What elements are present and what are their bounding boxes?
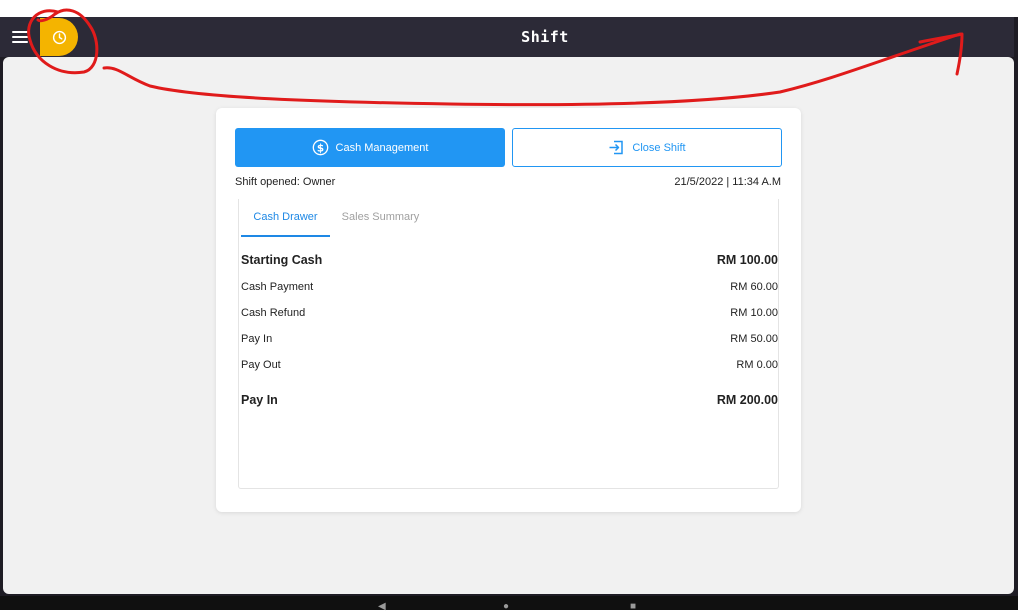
nav-recents-icon[interactable]: ■: [630, 602, 636, 612]
cash-row-value: RM 200.00: [716, 393, 778, 407]
nav-home-icon[interactable]: ●: [503, 602, 509, 612]
cash-row-label: Pay Out: [241, 359, 281, 371]
tab-cash-drawer[interactable]: Cash Drawer: [241, 199, 330, 237]
cash-row-value: RM 10.00: [730, 307, 778, 319]
shift-card: $ Cash Management Close Shift Shift open…: [216, 108, 801, 512]
cash-row-value: RM 60.00: [730, 281, 778, 293]
tab-sales-summary[interactable]: Sales Summary: [331, 199, 430, 237]
cash-row-value: RM 50.00: [730, 333, 778, 345]
nav-back-icon[interactable]: ◀: [378, 602, 386, 612]
cash-row-value: RM 100.00: [716, 253, 778, 267]
app-bar: Shift: [0, 17, 1014, 57]
shift-timestamp: 21/5/2022 | 11:34 A.M: [674, 176, 781, 188]
close-shift-button[interactable]: Close Shift: [512, 128, 782, 167]
exit-arrow-icon: [609, 140, 624, 155]
page-title: Shift: [521, 28, 569, 46]
shift-opened-text: Shift opened: Owner: [235, 176, 336, 188]
cash-row-label: Pay In: [241, 333, 273, 345]
dollar-circle-icon: $: [312, 139, 328, 156]
svg-text:$: $: [316, 142, 323, 154]
shift-details-panel: Cash Drawer Sales Summary Starting Cash …: [238, 199, 779, 489]
cash-row-value: RM 0.00: [736, 359, 778, 371]
close-shift-label: Close Shift: [632, 141, 686, 154]
cash-row-label: Cash Payment: [241, 281, 314, 293]
cash-management-label: Cash Management: [335, 141, 429, 154]
cash-management-button[interactable]: $ Cash Management: [235, 128, 505, 167]
cash-row-label: Starting Cash: [241, 253, 323, 267]
cash-row-label: Cash Refund: [241, 307, 306, 319]
cash-row-label: Pay In: [241, 393, 278, 407]
